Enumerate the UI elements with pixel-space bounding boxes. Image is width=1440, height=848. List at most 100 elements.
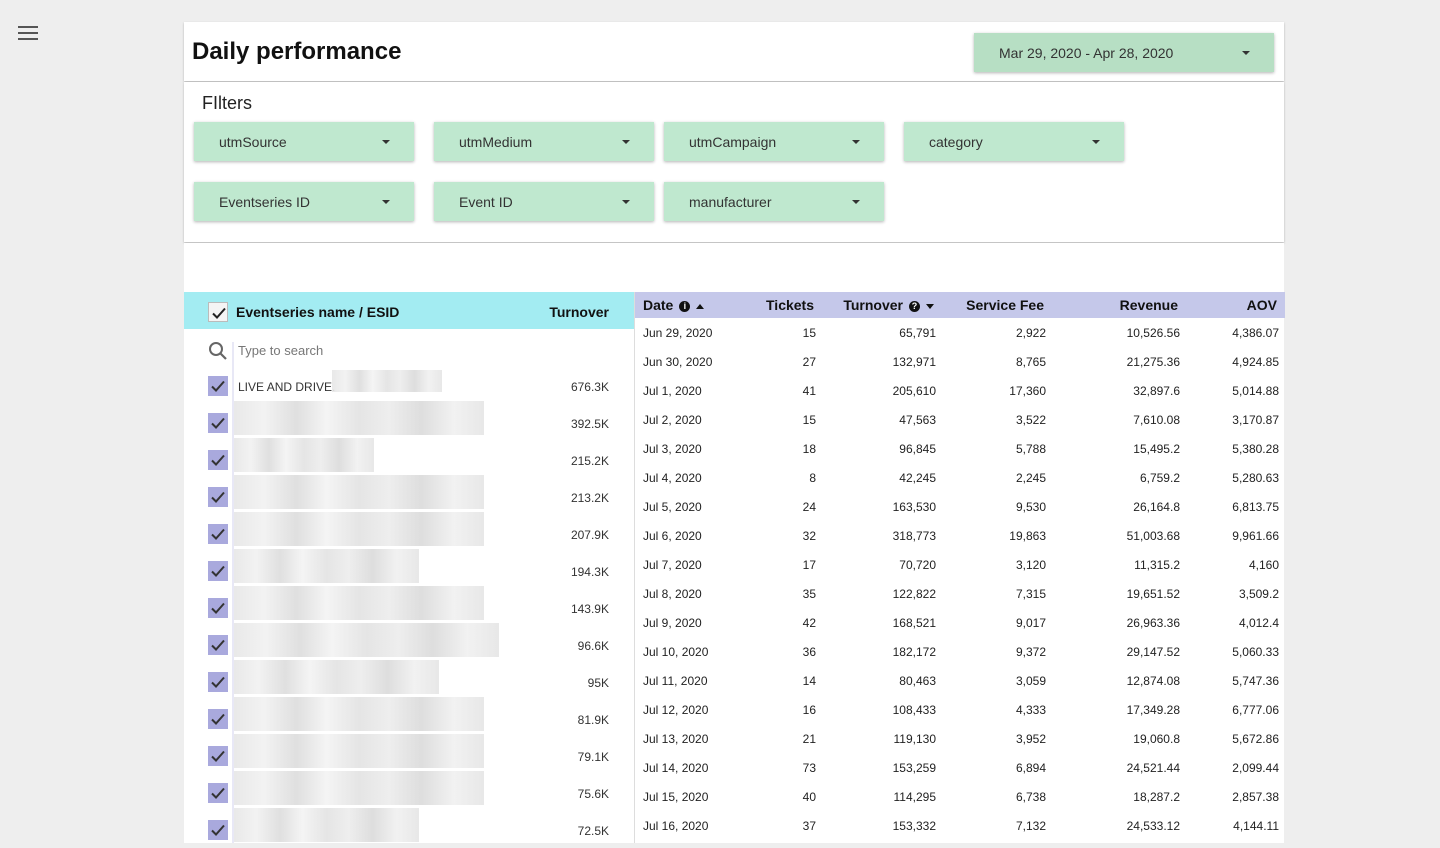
filter-utm-source[interactable]: utmSource xyxy=(194,122,414,161)
table-cell-date: Jul 2, 2020 xyxy=(643,412,702,427)
filter-manufacturer[interactable]: manufacturer xyxy=(664,182,884,221)
column-header-revenue[interactable]: Revenue xyxy=(1052,292,1186,318)
table-body: Jun 29, 2020 15 65,791 2,922 10,526.56 4,386.… xyxy=(635,318,1285,840)
eventseries-checkbox[interactable] xyxy=(208,376,228,396)
search-row xyxy=(184,329,634,367)
eventseries-checkbox[interactable] xyxy=(208,524,228,544)
table-cell-tickets: 27 xyxy=(802,354,816,369)
eventseries-item[interactable]: 81.9K xyxy=(184,697,634,737)
eventseries-item[interactable]: 194.3K xyxy=(184,549,634,589)
search-input[interactable] xyxy=(236,339,540,361)
table-row[interactable]: Jul 6, 2020 32 318,773 19,863 51,003.68 9,961… xyxy=(635,521,1285,550)
column-header-aov[interactable]: AOV xyxy=(1186,292,1285,318)
eventseries-item[interactable]: 95K xyxy=(184,660,634,700)
column-header-turnover[interactable]: Turnover? xyxy=(822,292,942,318)
table-row[interactable]: Jul 13, 2020 21 119,130 3,952 19,060.8 5,672.… xyxy=(635,724,1285,753)
check-icon xyxy=(211,787,225,799)
eventseries-item[interactable]: 215.2K xyxy=(184,438,634,478)
eventseries-checkbox[interactable] xyxy=(208,450,228,470)
filter-eventseries-id[interactable]: Eventseries ID xyxy=(194,182,414,221)
table-cell-aov: 5,380.28 xyxy=(1232,441,1279,456)
table-row[interactable]: Jul 3, 2020 18 96,845 5,788 15,495.2 5,380.28 xyxy=(635,434,1285,463)
column-label: Service Fee xyxy=(966,297,1044,313)
column-header-name[interactable]: Eventseries name / ESID xyxy=(236,304,399,320)
page-title: Daily performance xyxy=(192,38,402,65)
table-row[interactable]: Jul 8, 2020 35 122,822 7,315 19,651.52 3,509.… xyxy=(635,579,1285,608)
table-row[interactable]: Jul 4, 2020 8 42,245 2,245 6,759.2 5,280.63 xyxy=(635,463,1285,492)
column-header-turnover[interactable]: Turnover xyxy=(549,304,609,320)
filter-label: category xyxy=(929,133,983,150)
table-row[interactable]: Jul 14, 2020 73 153,259 6,894 24,521.44 2,099… xyxy=(635,753,1285,782)
select-all-checkbox[interactable] xyxy=(208,302,228,322)
eventseries-item[interactable]: 72.5K xyxy=(184,808,634,848)
table-row[interactable]: Jul 16, 2020 37 153,332 7,132 24,533.12 4,144… xyxy=(635,811,1285,840)
table-row[interactable]: Jul 10, 2020 36 182,172 9,372 29,147.52 5,060… xyxy=(635,637,1285,666)
eventseries-item[interactable]: 392.5K xyxy=(184,401,634,441)
table-cell-turnover: 65,791 xyxy=(899,325,936,340)
table-row[interactable]: Jul 11, 2020 14 80,463 3,059 12,874.08 5,747.… xyxy=(635,666,1285,695)
eventseries-item[interactable]: 207.9K xyxy=(184,512,634,552)
filter-utm-medium[interactable]: utmMedium xyxy=(434,122,654,161)
table-cell-aov: 5,014.88 xyxy=(1232,383,1279,398)
filter-utm-campaign[interactable]: utmCampaign xyxy=(664,122,884,161)
table-cell-tickets: 15 xyxy=(802,325,816,340)
eventseries-checkbox[interactable] xyxy=(208,672,228,692)
filters-title: FIlters xyxy=(202,93,253,113)
eventseries-item[interactable]: LIVE AND DRIVE. 676.3K xyxy=(184,367,634,404)
eventseries-checkbox[interactable] xyxy=(208,783,228,803)
eventseries-checkbox[interactable] xyxy=(208,746,228,766)
table-row[interactable]: Jul 15, 2020 40 114,295 6,738 18,287.2 2,857.… xyxy=(635,782,1285,811)
filter-category[interactable]: category xyxy=(904,122,1124,161)
eventseries-checkbox[interactable] xyxy=(208,561,228,581)
table-cell-revenue: 29,147.52 xyxy=(1126,644,1180,659)
menu-icon[interactable] xyxy=(18,26,38,42)
info-icon[interactable]: i xyxy=(679,300,691,312)
eventseries-item[interactable]: 75.6K xyxy=(184,771,634,811)
eventseries-turnover: 676.3K xyxy=(570,380,609,394)
table-cell-service-fee: 9,372 xyxy=(1015,644,1046,659)
eventseries-checkbox[interactable] xyxy=(208,709,228,729)
eventseries-checkbox[interactable] xyxy=(208,598,228,618)
redacted-name xyxy=(234,475,484,509)
table-cell-tickets: 15 xyxy=(802,412,816,427)
table-cell-service-fee: 8,765 xyxy=(1015,354,1046,369)
table-row[interactable]: Jul 12, 2020 16 108,433 4,333 17,349.28 6,777… xyxy=(635,695,1285,724)
table-row[interactable]: Jul 9, 2020 42 168,521 9,017 26,963.36 4,012.… xyxy=(635,608,1285,637)
table-cell-revenue: 17,349.28 xyxy=(1126,702,1180,717)
table-row[interactable]: Jun 30, 2020 27 132,971 8,765 21,275.36 4,924… xyxy=(635,347,1285,376)
table-cell-tickets: 8 xyxy=(809,470,816,485)
check-icon xyxy=(211,602,225,614)
eventseries-item[interactable]: 96.6K xyxy=(184,623,634,663)
eventseries-item[interactable]: 143.9K xyxy=(184,586,634,626)
eventseries-checkbox[interactable] xyxy=(208,413,228,433)
date-range-picker[interactable]: Mar 29, 2020 - Apr 28, 2020 xyxy=(974,33,1274,72)
table-row[interactable]: Jul 2, 2020 15 47,563 3,522 7,610.08 3,170.87 xyxy=(635,405,1285,434)
eventseries-checkbox[interactable] xyxy=(208,487,228,507)
eventseries-item[interactable]: 213.2K xyxy=(184,475,634,515)
column-label: Revenue xyxy=(1119,297,1178,313)
column-header-tickets[interactable]: Tickets xyxy=(753,292,822,318)
table-cell-service-fee: 3,952 xyxy=(1015,731,1046,746)
table-cell-aov: 2,857.38 xyxy=(1232,789,1279,804)
table-cell-aov: 5,672.86 xyxy=(1232,731,1279,746)
eventseries-item[interactable]: 79.1K xyxy=(184,734,634,774)
table-row[interactable]: Jul 1, 2020 41 205,610 17,360 32,897.6 5,014.… xyxy=(635,376,1285,405)
filter-event-id[interactable]: Event ID xyxy=(434,182,654,221)
eventseries-checkbox[interactable] xyxy=(208,635,228,655)
table-cell-tickets: 17 xyxy=(802,557,816,572)
column-header-date[interactable]: Date i xyxy=(635,292,753,318)
table-cell-date: Jul 4, 2020 xyxy=(643,470,702,485)
table-cell-revenue: 15,495.2 xyxy=(1133,441,1180,456)
table-cell-date: Jul 7, 2020 xyxy=(643,557,702,572)
date-range-label: Mar 29, 2020 - Apr 28, 2020 xyxy=(999,44,1174,61)
chevron-down-icon xyxy=(852,140,860,144)
chevron-down-icon xyxy=(852,200,860,204)
check-icon xyxy=(211,750,225,762)
table-row[interactable]: Jul 5, 2020 24 163,530 9,530 26,164.8 6,813.7… xyxy=(635,492,1285,521)
table-row[interactable]: Jun 29, 2020 15 65,791 2,922 10,526.56 4,386.… xyxy=(635,318,1285,347)
help-icon[interactable]: ? xyxy=(909,300,920,312)
eventseries-checkbox[interactable] xyxy=(208,820,228,840)
table-row[interactable]: Jul 7, 2020 17 70,720 3,120 11,315.2 4,160 xyxy=(635,550,1285,579)
column-header-service-fee[interactable]: Service Fee xyxy=(942,292,1052,318)
table-cell-service-fee: 2,245 xyxy=(1015,470,1046,485)
